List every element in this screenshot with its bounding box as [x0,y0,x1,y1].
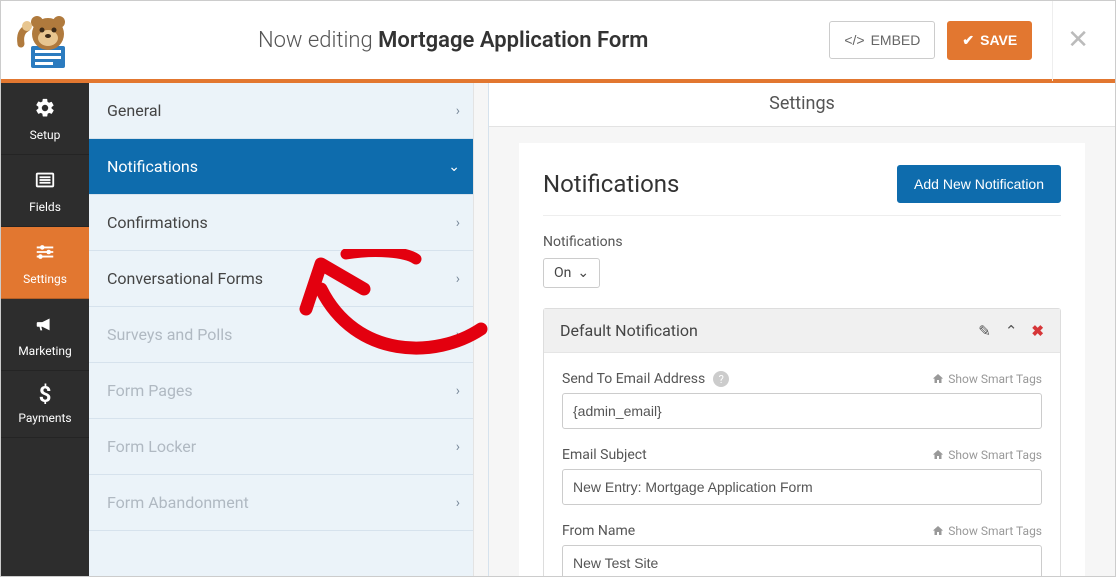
submenu-item-form-pages[interactable]: Form Pages › [89,363,488,419]
close-button[interactable]: ✕ [1052,0,1095,81]
code-icon: </> [844,32,864,48]
app-logo [21,12,77,68]
rail-item-marketing[interactable]: Marketing [1,299,89,371]
rail-label: Marketing [18,344,72,358]
send-to-input[interactable] [562,393,1042,429]
notification-item: Default Notification ✎ ⌃ ✖ [543,308,1061,576]
help-icon[interactable]: ? [713,371,729,387]
dollar-icon: $ [39,385,52,407]
chevron-down-icon: ⌄ [448,159,460,175]
check-icon: ✔ [962,32,974,49]
save-button[interactable]: ✔ SAVE [947,21,1032,60]
bullhorn-icon [34,313,56,340]
submenu-item-form-locker[interactable]: Form Locker › [89,419,488,475]
rail-item-fields[interactable]: Fields [1,155,89,227]
left-rail: Setup Fields Settings Marketing [1,83,89,576]
chevron-down-icon: ⌄ [577,265,589,281]
send-to-label: Send To Email Address [562,371,705,387]
form-name: Mortgage Application Form [378,28,648,53]
panel-title: Notifications [543,170,679,198]
collapse-icon[interactable]: ⌃ [1005,322,1018,340]
page-title: Now editing Mortgage Application Form [77,28,829,53]
embed-button[interactable]: </> EMBED [829,21,935,59]
chevron-right-icon: › [456,383,460,399]
rail-label: Payments [18,411,71,425]
subject-label: Email Subject [562,447,647,463]
list-icon [34,169,56,196]
submenu-item-form-abandonment[interactable]: Form Abandonment › [89,475,488,531]
gear-icon [34,97,56,124]
rail-item-settings[interactable]: Settings [1,227,89,299]
delete-icon[interactable]: ✖ [1031,322,1044,340]
submenu-item-conversational-forms[interactable]: Conversational Forms › [89,251,488,307]
from-name-input[interactable] [562,545,1042,576]
chevron-right-icon: › [456,327,460,343]
main-panel: Settings Notifications Add New Notificat… [489,83,1115,576]
rail-item-setup[interactable]: Setup [1,83,89,155]
submenu-item-notifications[interactable]: Notifications ⌄ [89,139,488,195]
now-editing-prefix: Now editing [258,28,373,53]
rail-label: Fields [29,200,61,214]
top-bar: Now editing Mortgage Application Form </… [1,1,1115,83]
submenu-item-general[interactable]: General › [89,83,488,139]
submenu-item-confirmations[interactable]: Confirmations › [89,195,488,251]
sliders-icon [34,241,56,268]
chevron-right-icon: › [456,439,460,455]
smart-tags-link[interactable]: Show Smart Tags [932,524,1042,538]
settings-submenu: General › Notifications ⌄ Confirmations … [89,83,489,576]
notifications-state-select[interactable]: On ⌄ [543,258,600,288]
rail-label: Setup [30,128,61,142]
subject-input[interactable] [562,469,1042,505]
add-notification-button[interactable]: Add New Notification [897,165,1061,203]
notification-title: Default Notification [560,321,698,340]
submenu-item-surveys-polls[interactable]: Surveys and Polls › [89,307,488,363]
rail-item-payments[interactable]: $ Payments [1,371,89,438]
from-name-label: From Name [562,523,635,539]
smart-tags-link[interactable]: Show Smart Tags [932,448,1042,462]
chevron-right-icon: › [456,215,460,231]
chevron-right-icon: › [456,271,460,287]
main-header: Settings [489,83,1115,126]
chevron-right-icon: › [456,103,460,119]
chevron-right-icon: › [456,495,460,511]
rail-label: Settings [23,272,67,286]
edit-icon[interactable]: ✎ [978,322,991,340]
close-icon: ✕ [1067,25,1089,55]
notifications-state-label: Notifications [543,234,1061,250]
smart-tags-link[interactable]: Show Smart Tags [932,372,1042,386]
